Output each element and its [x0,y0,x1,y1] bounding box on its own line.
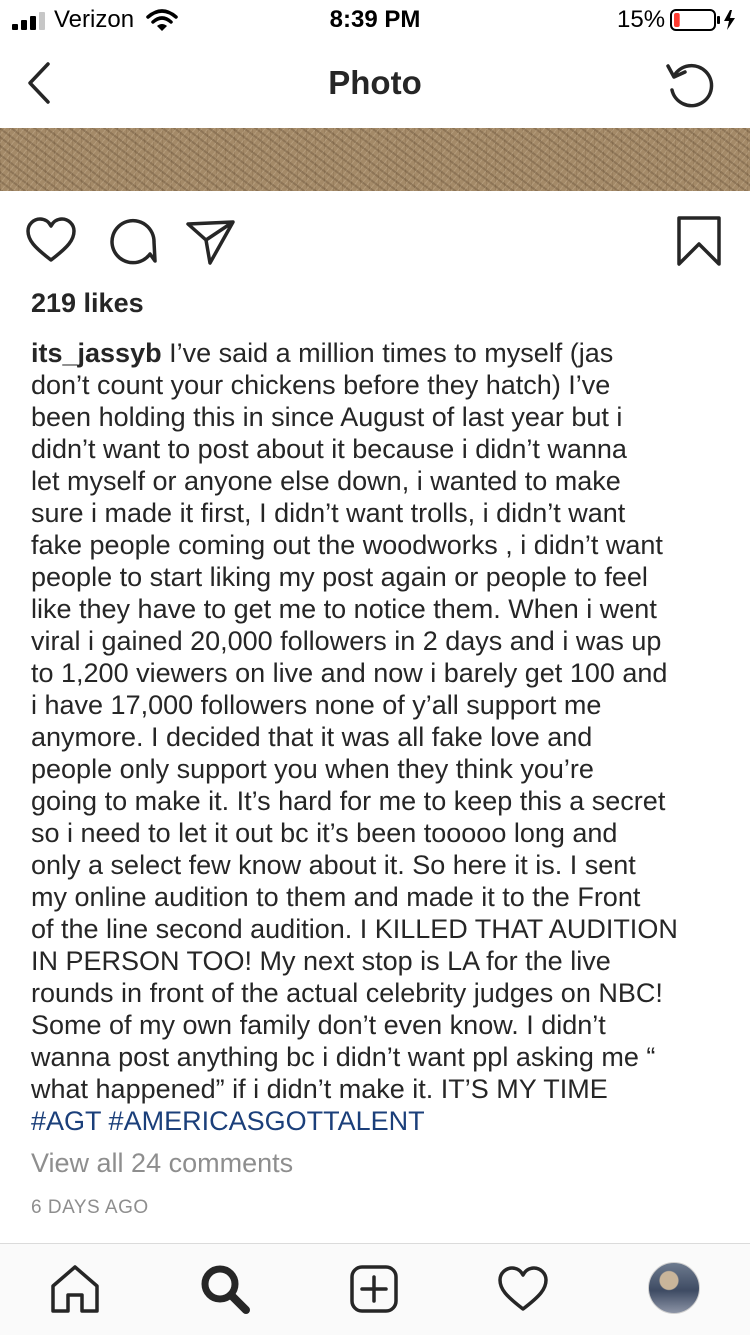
caption-line: IN PERSON TOO! My next stop is LA for th… [31,946,611,976]
hashtag-link[interactable]: #AMERICASGOTTALENT [109,1106,425,1136]
caption-text: I’ve said a million times to myself (jas [169,338,614,368]
comment-icon[interactable] [106,214,160,268]
caption-line: people only support you when they think … [31,754,594,784]
heart-icon[interactable] [24,214,78,268]
caption-line: people to start liking my post again or … [31,562,648,592]
activity-heart-icon[interactable] [496,1262,550,1316]
caption-line: of the line second audition. I KILLED TH… [31,914,678,944]
caption-username[interactable]: its_jassyb [31,338,162,368]
caption-line: to 1,200 viewers on live and now i barel… [31,658,668,688]
charging-bolt-icon [724,10,735,30]
page-title: Photo [328,64,422,101]
caption-line: my online audition to them and made it t… [31,882,641,912]
caption-line: let myself or anyone else down, i wanted… [31,466,621,496]
post-photo[interactable] [0,128,750,191]
avatar [648,1262,700,1314]
caption-line: didn’t want to post about it because i d… [31,434,627,464]
post-actions [0,192,750,282]
caption-line: wanna post anything bc i didn’t want ppl… [31,1042,656,1072]
caption-line: what happened” if i didn’t make it. IT’S… [31,1074,608,1104]
likes-count[interactable]: 219 likes [31,288,144,319]
bookmark-icon[interactable] [672,214,726,268]
home-icon[interactable] [48,1262,102,1316]
caption-line: i have 17,000 followers none of y’all su… [31,690,602,720]
refresh-icon[interactable] [662,56,720,114]
caption-line: like they have to get me to notice them.… [31,594,657,624]
nav-bar: Photo [0,40,750,128]
battery-icon [670,9,735,31]
caption-line: Some of my own family don’t even know. I… [31,1010,606,1040]
caption-line: been holding this in since August of las… [31,402,623,432]
caption-line: rounds in front of the actual celebrity … [31,978,663,1008]
caption-line: fake people coming out the woodworks , i… [31,530,663,560]
search-icon[interactable] [198,1262,252,1316]
caption-hashtags: #AGT #AMERICASGOTTALENT [31,1105,731,1137]
battery-percent: 15% [617,6,666,33]
hashtag-link[interactable]: #AGT [31,1106,101,1136]
tab-bar [0,1243,750,1335]
caption-line: don’t count your chickens before they ha… [31,370,611,400]
view-comments-link[interactable]: View all 24 comments [31,1148,293,1179]
caption-line: sure i made it first, I didn’t want trol… [31,498,626,528]
add-post-icon[interactable] [347,1262,401,1316]
caption-line: only a select few know about it. So here… [31,850,636,880]
caption-line: so i need to let it out bc it’s been too… [31,818,618,848]
caption-line: its_jassyb I’ve said a million times to … [31,337,731,369]
caption-line: anymore. I decided that it was all fake … [31,722,593,752]
caption-line: viral i gained 20,000 followers in 2 day… [31,626,662,656]
status-bar: Verizon 8:39 PM 15% [0,0,750,40]
post-timestamp: 6 DAYS AGO [31,1197,149,1218]
post-caption: its_jassyb I’ve said a million times to … [31,337,731,1137]
profile-avatar[interactable] [648,1262,702,1316]
share-icon[interactable] [184,214,238,268]
caption-line: going to make it. It’s hard for me to ke… [31,786,666,816]
